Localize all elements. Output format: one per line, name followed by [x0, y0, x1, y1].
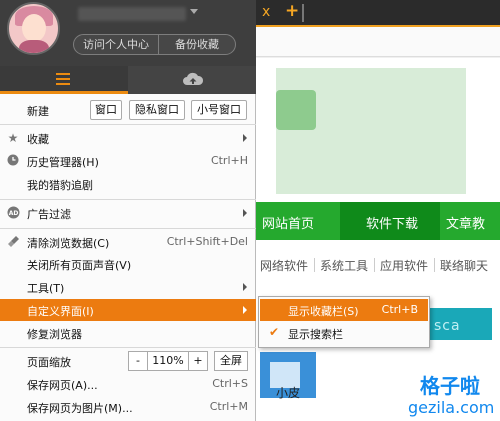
subnav-divider [434, 258, 435, 272]
menu-item-history[interactable]: 历史管理器(H) Ctrl+H [0, 150, 256, 172]
new-tab-icon[interactable]: + [285, 1, 299, 21]
menu-item-label: 收藏 [27, 133, 49, 146]
avatar[interactable] [7, 2, 60, 55]
site-subnav-network[interactable]: 网络软件 [260, 257, 308, 274]
menu-divider [0, 199, 256, 200]
customize-ui-submenu: 显示收藏栏(S) Ctrl+B ✔ 显示搜索栏 [258, 296, 430, 348]
new-window-button[interactable]: 窗口 [90, 100, 122, 120]
site-subnav-chat[interactable]: 联络聊天 [440, 257, 488, 274]
menu-item-label: 关闭所有页面声音(V) [27, 259, 132, 272]
menu-item-label: 自定义界面(I) [27, 305, 94, 318]
submenu-item-label: 显示收藏栏(S) [288, 305, 359, 318]
site-nav-articles[interactable]: 文章教 [446, 213, 485, 232]
subnav-divider [314, 258, 315, 272]
new-alt-window-button[interactable]: 小号窗口 [191, 100, 247, 120]
chevron-right-icon [243, 134, 247, 142]
menu-item-label: 工具(T) [27, 282, 65, 295]
menu-item-label: 修复浏览器 [27, 328, 82, 341]
subnav-divider [374, 258, 375, 272]
menu-item-label: 保存网页(A)... [27, 379, 98, 392]
page-logo-image [276, 90, 316, 130]
menu-item-shortcut: Ctrl+H [210, 154, 248, 167]
menu-item-save-as-image[interactable]: 保存网页为图片(M)... Ctrl+M [0, 396, 256, 418]
menu-item-save-page[interactable]: 保存网页(A)... Ctrl+S [0, 373, 256, 395]
menu-tab-row [0, 66, 256, 94]
username-blurred[interactable] [78, 7, 186, 21]
zoom-out-button[interactable]: - [128, 351, 148, 371]
menu-item-label: 历史管理器(H) [27, 156, 99, 169]
menu-item-drama[interactable]: 我的猎豹追剧 [0, 173, 256, 195]
menu-item-tools[interactable]: 工具(T) [0, 276, 256, 298]
visit-personal-center-button[interactable]: 访问个人中心 [73, 34, 159, 55]
site-nav-home[interactable]: 网站首页 [262, 213, 314, 232]
browser-main-menu: 访问个人中心 备份收藏 新建 窗口 隐私窗口 小号窗口 ★ 收藏 历史管理器(H… [0, 0, 256, 421]
zoom-label: 页面缩放 [27, 356, 71, 369]
tab-menu[interactable] [0, 66, 128, 94]
menu-item-customize-ui[interactable]: 自定义界面(I) [0, 299, 256, 321]
backup-favorites-button[interactable]: 备份收藏 [158, 34, 236, 55]
tab-divider [302, 4, 304, 22]
site-subnav-system[interactable]: 系统工具 [320, 257, 368, 274]
clock-icon [6, 154, 20, 168]
zoom-in-button[interactable]: + [188, 351, 208, 371]
menu-item-label: 保存网页为图片(M)... [27, 402, 133, 415]
star-icon: ★ [7, 131, 19, 145]
chevron-right-icon [243, 209, 247, 217]
address-bar[interactable] [256, 27, 500, 57]
menu-divider [0, 124, 256, 125]
tab-cloud[interactable] [128, 66, 256, 94]
fullscreen-button[interactable]: 全屏 [214, 351, 248, 371]
site-nav-download[interactable]: 软件下载 [366, 213, 418, 232]
new-private-window-button[interactable]: 隐私窗口 [129, 100, 185, 120]
submenu-item-show-search-bar[interactable]: ✔ 显示搜索栏 [260, 322, 428, 344]
menu-divider [0, 228, 256, 229]
menu-item-shortcut: Ctrl+M [209, 400, 248, 413]
menu-divider [0, 347, 256, 348]
menu-item-favorites[interactable]: ★ 收藏 [0, 127, 256, 149]
menu-item-label: 广告过滤 [27, 208, 71, 221]
cloud-upload-icon [183, 72, 204, 85]
site-thumbnail-caption: 小皮 [276, 386, 301, 400]
chevron-down-icon[interactable] [190, 9, 198, 14]
avatar-body [19, 40, 49, 53]
submenu-item-show-favorites-bar[interactable]: 显示收藏栏(S) Ctrl+B [260, 299, 428, 321]
page-banner [276, 68, 466, 194]
menu-item-clear-data[interactable]: 清除浏览数据(C) Ctrl+Shift+Del [0, 231, 256, 253]
chevron-right-icon [243, 283, 247, 291]
chevron-right-icon [243, 306, 247, 314]
submenu-item-shortcut: Ctrl+B [381, 303, 418, 316]
hamburger-icon [56, 73, 70, 85]
checkmark-icon: ✔ [269, 325, 280, 339]
site-subnav-apps[interactable]: 应用软件 [380, 257, 428, 274]
menu-header: 访问个人中心 备份收藏 [0, 0, 256, 94]
submenu-item-label: 显示搜索栏 [288, 328, 343, 341]
menu-item-shortcut: Ctrl+S [212, 377, 248, 390]
site-ad-text: sca [434, 318, 461, 334]
menu-item-label: 我的猎豹追剧 [27, 179, 93, 192]
broom-icon [6, 235, 20, 249]
watermark-title: 格子啦 [420, 374, 480, 398]
svg-text:AD: AD [8, 210, 18, 217]
watermark-url: gezila.com [408, 398, 495, 417]
tab-close-icon[interactable]: x [262, 4, 270, 20]
avatar-face [22, 14, 46, 42]
adblock-icon: AD [6, 206, 20, 220]
menu-item-adblock[interactable]: AD 广告过滤 [0, 202, 256, 224]
menu-item-label: 清除浏览数据(C) [27, 237, 110, 250]
zoom-level: 110% [147, 351, 189, 371]
menu-item-shortcut: Ctrl+Shift+Del [166, 235, 248, 248]
new-label: 新建 [27, 105, 49, 118]
menu-item-mute-all[interactable]: 关闭所有页面声音(V) [0, 253, 256, 275]
menu-item-repair[interactable]: 修复浏览器 [0, 322, 256, 344]
